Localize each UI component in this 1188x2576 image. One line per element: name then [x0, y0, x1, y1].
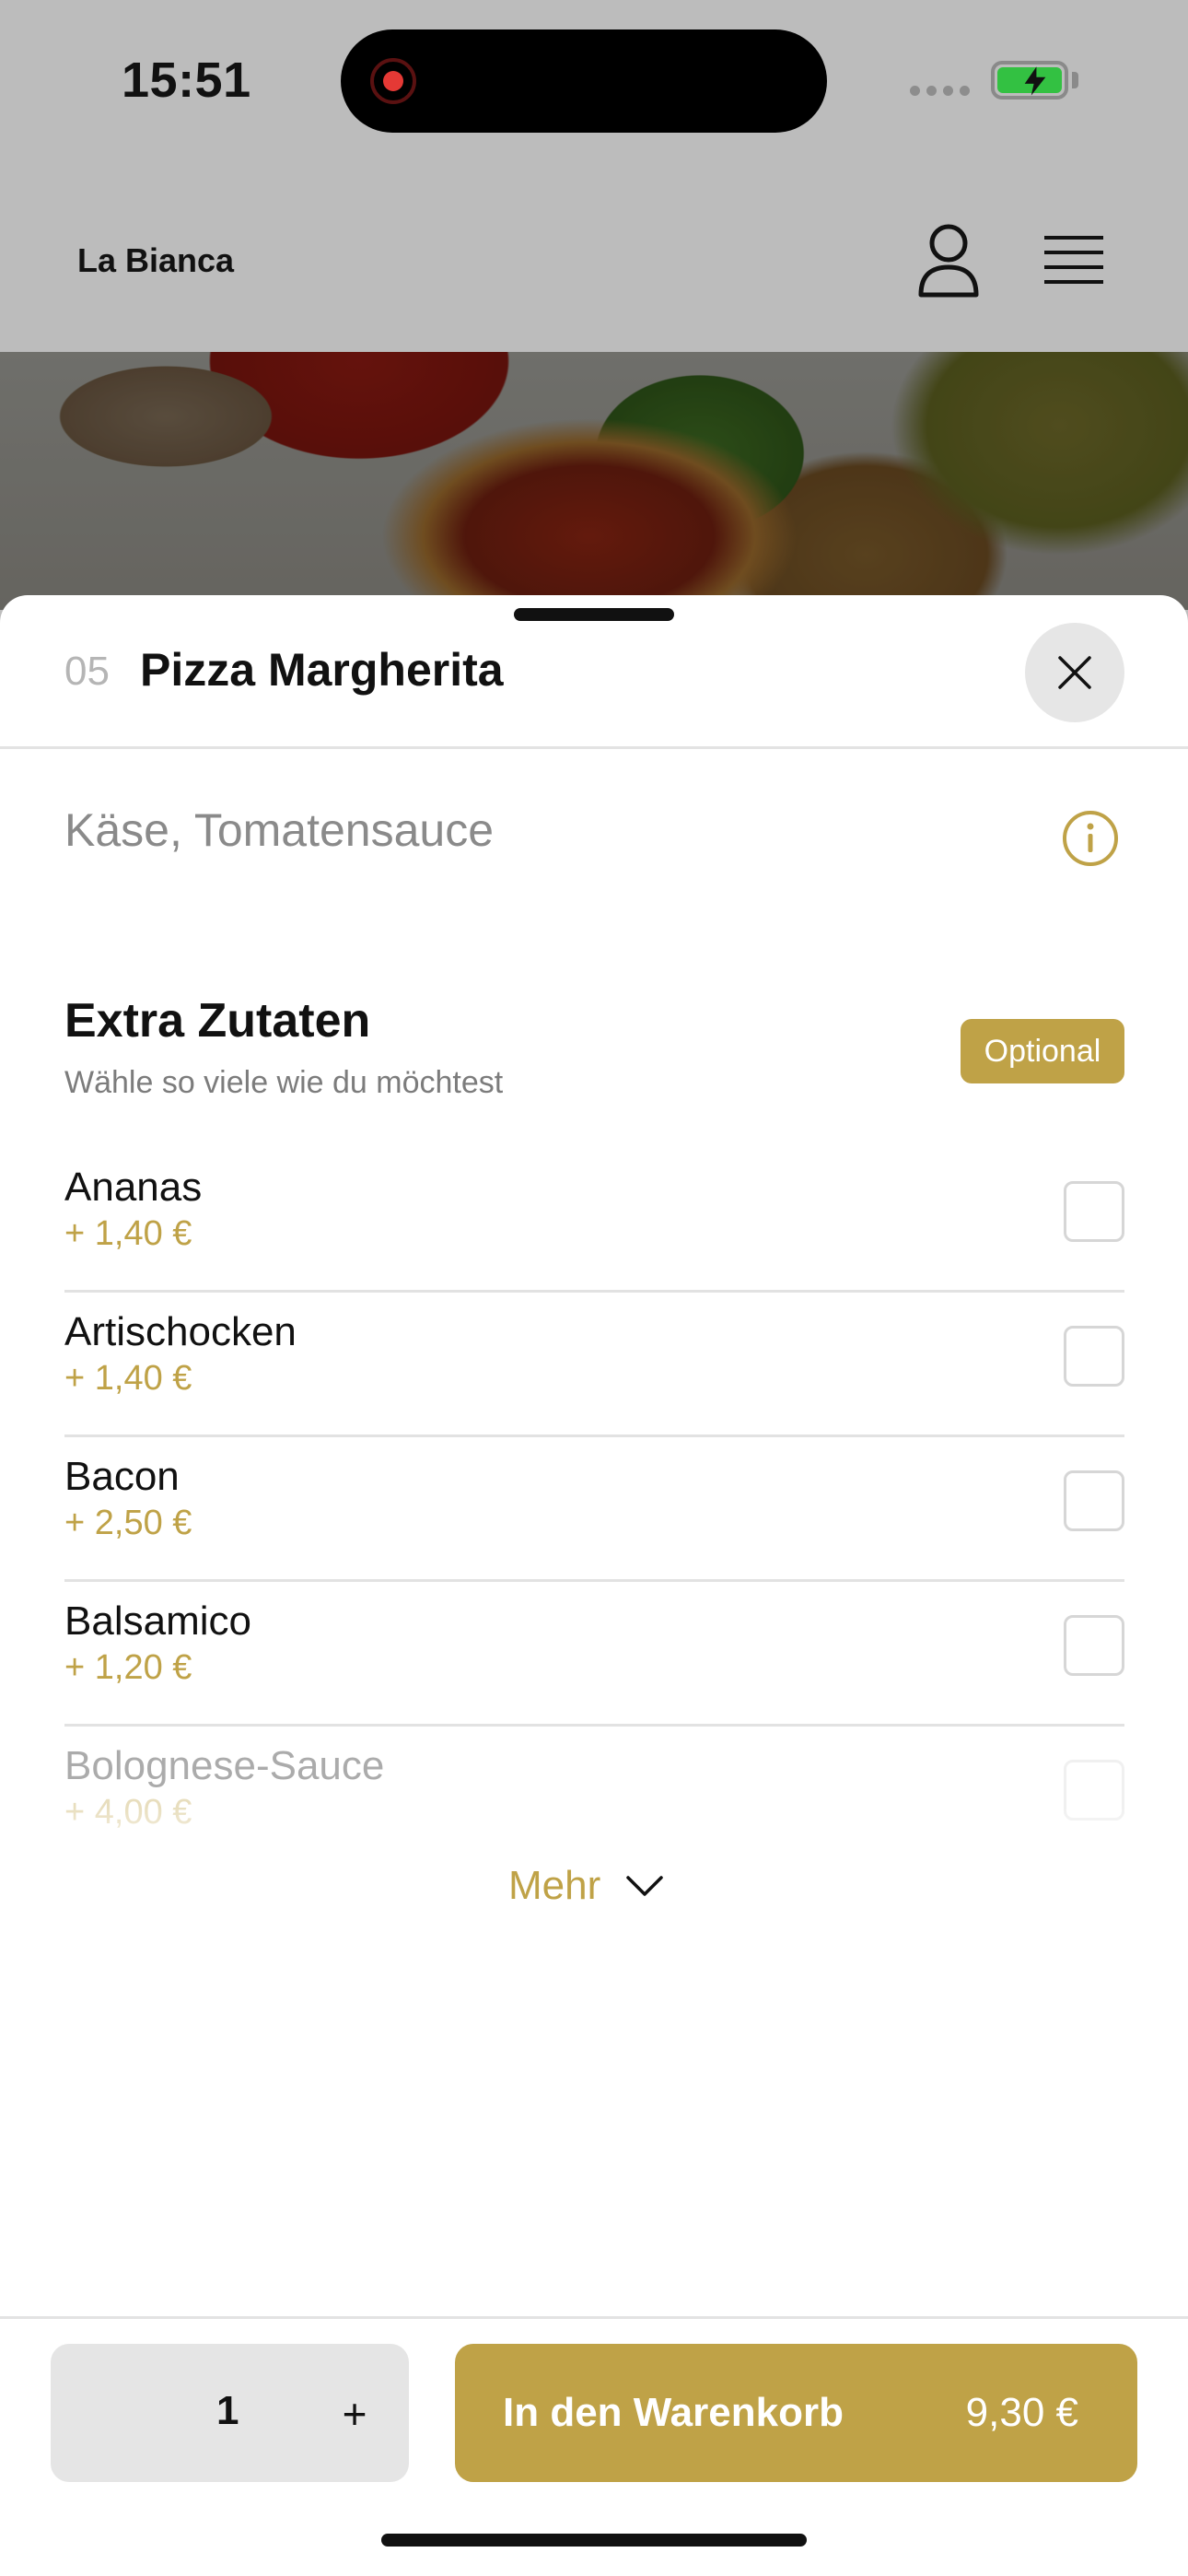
extra-option-row[interactable]: Bacon + 2,50 €: [64, 1437, 1124, 1582]
extra-option-checkbox[interactable]: [1064, 1326, 1124, 1387]
status-bar: 15:51: [0, 0, 1188, 175]
add-to-cart-label: In den Warenkorb: [503, 2390, 844, 2435]
recording-indicator-icon: [370, 58, 416, 104]
dish-hero-image: [0, 352, 1188, 610]
extra-option-price: + 2,50 €: [64, 1504, 192, 1542]
show-more-label: Mehr: [508, 1863, 601, 1908]
cellular-signal-icon: [910, 86, 970, 96]
extra-option-price: + 1,40 €: [64, 1214, 192, 1253]
extra-option-row[interactable]: Balsamico + 1,20 €: [64, 1582, 1124, 1727]
show-more-button[interactable]: Mehr: [508, 1863, 665, 1909]
brand-logo[interactable]: La Bianca: [77, 241, 234, 280]
extra-option-checkbox[interactable]: [1064, 1181, 1124, 1242]
extra-option-checkbox[interactable]: [1064, 1615, 1124, 1676]
extra-option-checkbox[interactable]: [1064, 1760, 1124, 1821]
hamburger-menu-icon[interactable]: [1044, 232, 1103, 287]
extra-option-row[interactable]: Artischocken + 1,40 €: [64, 1293, 1124, 1437]
extra-option-row[interactable]: Bolognese-Sauce + 4,00 €: [0, 1727, 1188, 1880]
backdrop-dim-overlay[interactable]: [0, 352, 1188, 610]
extra-option-checkbox[interactable]: [1064, 1470, 1124, 1531]
close-button[interactable]: [1025, 623, 1124, 722]
charging-bolt-icon: [1024, 66, 1046, 96]
quantity-value: 1: [216, 2388, 239, 2433]
cart-total-price: 9,30 €: [965, 2390, 1078, 2435]
extra-option-name: Balsamico: [64, 1598, 251, 1644]
quantity-increment-button[interactable]: +: [327, 2377, 382, 2451]
info-icon[interactable]: [1061, 809, 1120, 868]
quantity-stepper: 1 +: [51, 2344, 409, 2482]
item-ingredients: Käse, Tomatensauce: [64, 804, 495, 856]
chevron-down-icon: [626, 1876, 663, 1896]
dynamic-island: [341, 29, 827, 133]
home-indicator[interactable]: [381, 2534, 807, 2547]
extra-option-price: + 1,40 €: [64, 1359, 192, 1398]
extra-option-name: Bolognese-Sauce: [64, 1743, 385, 1788]
battery-cap: [1072, 72, 1078, 88]
battery-icon: [991, 61, 1068, 100]
close-icon: [1058, 656, 1091, 689]
item-detail-sheet: 05 Pizza Margherita Käse, Tomatensauce E…: [0, 595, 1188, 2576]
app-header: La Bianca: [0, 175, 1188, 352]
extra-option-price: + 1,20 €: [64, 1648, 192, 1687]
extra-option-row[interactable]: Ananas + 1,40 €: [64, 1148, 1124, 1293]
footer-divider: [0, 2316, 1188, 2319]
extra-option-name: Bacon: [64, 1454, 180, 1499]
sheet-grabber-handle[interactable]: [514, 608, 674, 621]
extras-section-subtitle: Wähle so viele wie du möchtest: [64, 1065, 504, 1100]
extras-section-title: Extra Zutaten: [64, 994, 371, 1048]
extra-option-name: Ananas: [64, 1165, 203, 1210]
user-account-icon[interactable]: [915, 223, 982, 299]
header-divider: [0, 746, 1188, 749]
extra-option-name: Artischocken: [64, 1309, 297, 1354]
add-to-cart-button[interactable]: In den Warenkorb 9,30 €: [455, 2344, 1137, 2482]
extra-option-price: + 4,00 €: [64, 1793, 192, 1832]
optional-badge: Optional: [961, 1019, 1124, 1083]
status-time: 15:51: [122, 53, 251, 108]
item-title: Pizza Margherita: [140, 644, 504, 696]
extras-list: Ananas + 1,40 € Artischocken + 1,40 € Ba…: [0, 1148, 1188, 1880]
item-number: 05: [64, 649, 110, 694]
